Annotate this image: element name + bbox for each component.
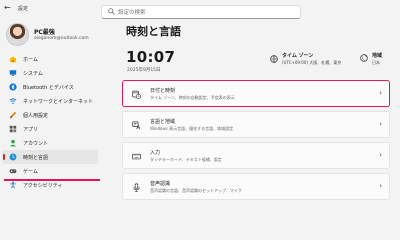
timezone-title: タイム ゾーン <box>282 53 314 59</box>
globe-clock-icon <box>9 153 17 161</box>
card-title: 入力 <box>150 150 161 156</box>
sidebar-item-label: アクセシビリティ <box>23 182 63 189</box>
current-time: 10:07 <box>126 48 176 66</box>
accessibility-icon <box>10 181 16 189</box>
sidebar-item-personalization[interactable]: 個人用設定 <box>2 108 98 122</box>
user-name: PC最強 <box>34 29 55 36</box>
card-description: 音声認識の言語、音声認識のセットアップ、マイク <box>150 188 242 193</box>
calendar-clock-icon <box>132 90 141 99</box>
typing-card[interactable]: 入力 タッチキーボード、テキスト候補、設定 › <box>122 142 390 169</box>
card-title: 音声認識 <box>150 181 171 187</box>
chevron-right-icon: › <box>379 120 382 128</box>
card-description: Windows 表示言語、優先する言語、地域設定 <box>150 126 234 131</box>
search-icon <box>108 8 115 15</box>
sidebar-item-label: ゲーム <box>23 168 38 175</box>
apps-icon <box>9 125 17 133</box>
active-item-underline <box>4 179 100 181</box>
sidebar-item-label: 個人用設定 <box>23 112 49 119</box>
current-date: 2025年9月15日 <box>127 68 161 73</box>
keyboard-icon <box>132 153 141 160</box>
sidebar-item-label: ネットワークとインターネット <box>23 98 94 105</box>
chevron-right-icon: › <box>379 89 382 97</box>
back-arrow-icon[interactable]: ← <box>4 3 11 12</box>
search-box[interactable] <box>101 5 301 19</box>
language-region-card[interactable]: 言語と地域 Windows 表示言語、優先する言語、地域設定 › <box>122 111 390 138</box>
user-email: oieganom@outlook.com <box>34 36 89 41</box>
speech-card[interactable]: 音声認識 音声認識の言語、音声認識のセットアップ、マイク › <box>122 173 390 200</box>
sidebar-item-label: アプリ <box>23 126 39 133</box>
chevron-right-icon: › <box>379 151 382 159</box>
page-title: 時刻と言語 <box>126 25 181 38</box>
card-title: 言語と地域 <box>150 119 176 125</box>
date-time-card[interactable]: 日付と時刻 タイム ゾーン、時刻の自動設定、予定表の表示 › <box>122 80 390 107</box>
sidebar-item-apps[interactable]: アプリ <box>2 122 98 136</box>
sidebar-item-label: Bluetooth とデバイス <box>23 84 74 91</box>
wifi-icon <box>9 98 17 104</box>
sidebar-item-accounts[interactable]: アカウント <box>2 136 98 150</box>
account-icon <box>9 139 17 147</box>
bluetooth-icon <box>9 83 17 91</box>
microphone-icon <box>133 183 140 192</box>
sidebar-item-network[interactable]: ネットワークとインターネット <box>2 94 98 108</box>
brush-icon <box>9 111 17 119</box>
avatar[interactable] <box>6 23 29 46</box>
sidebar-item-label: アカウント <box>23 140 49 147</box>
sidebar-nav: ホーム システム Bluetooth とデバイス ネットワークとインターネット … <box>2 52 98 192</box>
sidebar-item-home[interactable]: ホーム <box>2 52 98 66</box>
chevron-right-icon: › <box>379 182 382 190</box>
home-icon <box>9 56 17 63</box>
region-icon <box>360 54 368 62</box>
card-title: 日付と時刻 <box>150 88 176 94</box>
app-title: 設定 <box>18 6 29 12</box>
sidebar-item-system[interactable]: システム <box>2 66 98 80</box>
search-input[interactable] <box>118 8 288 17</box>
game-icon <box>9 169 17 174</box>
monitor-icon <box>9 70 17 76</box>
sidebar-item-bluetooth[interactable]: Bluetooth とデバイス <box>2 80 98 94</box>
sidebar-item-gaming[interactable]: ゲーム <box>2 164 98 178</box>
sidebar-item-label: ホーム <box>23 56 38 63</box>
globe-icon <box>270 55 278 63</box>
region-title: 地域 <box>372 53 383 59</box>
sidebar-item-time-language[interactable]: 時刻と言語 <box>2 150 98 164</box>
card-description: タイム ゾーン、時刻の自動設定、予定表の表示 <box>150 95 235 100</box>
sidebar-item-label: 時刻と言語 <box>23 154 49 161</box>
timezone-value: (UTC+09:00) 大阪、札幌、東京 <box>282 60 342 65</box>
card-description: タッチキーボード、テキスト候補、設定 <box>150 157 222 162</box>
sidebar-item-label: システム <box>23 70 43 77</box>
language-icon <box>132 121 141 130</box>
region-value: 日本 <box>372 60 380 65</box>
